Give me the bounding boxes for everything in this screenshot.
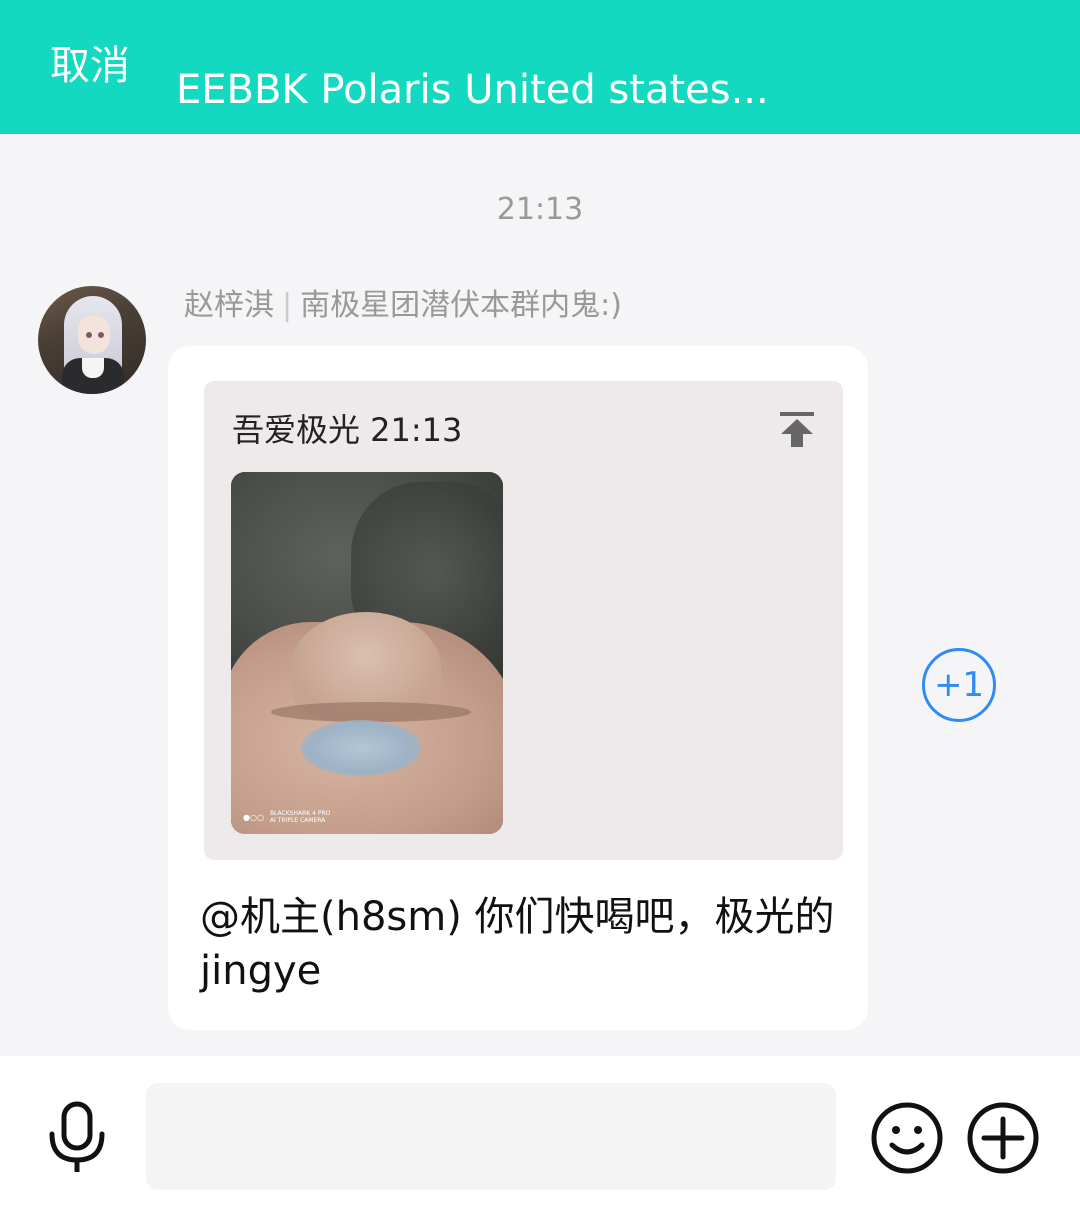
- camera-watermark: ●○○ BLACKSHARK 4 PRO AI TRIPLE CAMERA: [243, 810, 331, 824]
- chat-title: EEBBK Polaris United states...: [176, 67, 769, 113]
- sender-divider: |: [282, 288, 293, 323]
- pin-to-top-icon[interactable]: [777, 409, 817, 449]
- add-circle-icon[interactable]: [966, 1101, 1040, 1175]
- quoted-message[interactable]: 吾爱极光 21:13 ●○○ BLACKSHARK 4 PRO AI TRIPL…: [204, 381, 843, 860]
- plus-one-button[interactable]: +1: [922, 648, 996, 722]
- quoted-photo[interactable]: ●○○ BLACKSHARK 4 PRO AI TRIPLE CAMERA: [231, 472, 503, 834]
- composer-bar: [0, 1056, 1080, 1218]
- cancel-button[interactable]: 取消: [50, 40, 130, 92]
- message-bubble[interactable]: 吾爱极光 21:13 ●○○ BLACKSHARK 4 PRO AI TRIPL…: [168, 346, 868, 1030]
- watermark-line-2: AI TRIPLE CAMERA: [269, 817, 326, 824]
- message-timestamp: 21:13: [496, 192, 584, 227]
- microphone-icon[interactable]: [44, 1100, 110, 1176]
- sender-info: 赵梓淇 | 南极星团潜伏本群内鬼:): [184, 286, 622, 326]
- message-input[interactable]: [146, 1083, 836, 1190]
- sender-name[interactable]: 赵梓淇: [184, 288, 274, 323]
- sender-avatar[interactable]: [38, 286, 146, 394]
- smile-emoji-icon[interactable]: [870, 1101, 944, 1175]
- message-text: @机主(h8sm) 你们快喝吧，极光的jingye: [200, 894, 835, 994]
- chat-header: 取消 EEBBK Polaris United states...: [0, 0, 1080, 134]
- quoted-author-time: 吾爱极光 21:13: [232, 411, 463, 449]
- watermark-line-1: BLACKSHARK 4 PRO: [269, 810, 331, 817]
- sender-title: 南极星团潜伏本群内鬼:): [300, 288, 622, 323]
